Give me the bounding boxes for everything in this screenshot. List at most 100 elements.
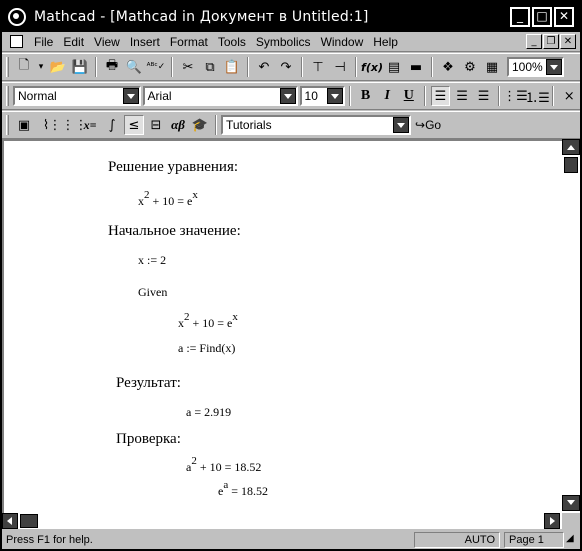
- chevron-down-icon[interactable]: [279, 88, 296, 104]
- doc-restore-button[interactable]: ❐: [543, 34, 559, 49]
- greek-button[interactable]: αβ: [168, 115, 188, 135]
- chevron-down-icon[interactable]: [393, 117, 409, 133]
- resize-grip-icon[interactable]: ◢: [566, 533, 580, 547]
- eq1-exp2: x: [192, 189, 198, 201]
- menu-view[interactable]: View: [89, 35, 125, 49]
- heading-result[interactable]: Результат:: [116, 375, 181, 392]
- align-center-icon[interactable]: ☰: [452, 86, 472, 106]
- zoom-select[interactable]: 100%: [507, 57, 564, 77]
- programming-icon[interactable]: ⊟: [146, 115, 166, 135]
- chevron-down-icon[interactable]: [546, 59, 562, 75]
- menu-file[interactable]: File: [29, 35, 58, 49]
- scroll-up-button[interactable]: [562, 139, 580, 155]
- eq2-exp: 2: [184, 311, 190, 323]
- menu-symbolics[interactable]: Symbolics: [251, 35, 316, 49]
- zoom-value: 100%: [512, 60, 543, 74]
- toolbar-grip[interactable]: [6, 86, 9, 106]
- redo-icon[interactable]: ↷: [276, 57, 296, 77]
- horizontal-scroll-thumb[interactable]: [20, 514, 38, 528]
- menu-help[interactable]: Help: [368, 35, 403, 49]
- equation-2[interactable]: x2 + 10 = ex: [178, 311, 238, 331]
- mathcad-app-icon[interactable]: [8, 8, 26, 26]
- doc-minimize-button[interactable]: _: [526, 34, 542, 49]
- style-select[interactable]: Normal: [12, 86, 141, 106]
- menu-tools[interactable]: Tools: [213, 35, 251, 49]
- title-bar[interactable]: Mathcad - [Mathcad in Документ в Untitle…: [2, 2, 580, 32]
- undo-icon[interactable]: ↶: [254, 57, 274, 77]
- calculator-icon[interactable]: ▣: [14, 115, 34, 135]
- calculate-icon[interactable]: ▬: [406, 57, 426, 77]
- go-button[interactable]: ↪ Go: [412, 115, 444, 135]
- toolbar-grip[interactable]: [6, 57, 9, 77]
- arrow-down-icon: [567, 500, 575, 505]
- symbolic-icon[interactable]: 🎓: [190, 115, 210, 135]
- tutorials-select[interactable]: Tutorials: [221, 115, 411, 135]
- font-select[interactable]: Arial: [142, 86, 298, 106]
- spell-check-icon[interactable]: ᴬᴮᶜ✓: [146, 57, 166, 77]
- menu-window[interactable]: Window: [316, 35, 369, 49]
- eq2-exp2: x: [232, 311, 238, 323]
- open-folder-icon[interactable]: 📂: [48, 57, 68, 77]
- evaluation-button[interactable]: x=: [80, 115, 100, 135]
- print-preview-icon[interactable]: 🔍: [124, 57, 144, 77]
- new-dropdown-icon[interactable]: ▾: [36, 57, 46, 77]
- insert-unit-icon[interactable]: ▤: [384, 57, 404, 77]
- align-right-icon[interactable]: ☰: [474, 86, 494, 106]
- resources-icon[interactable]: ❖: [438, 57, 458, 77]
- chevron-down-icon[interactable]: [122, 88, 139, 104]
- bold-button[interactable]: B: [356, 86, 376, 106]
- toolbar-grip[interactable]: [6, 115, 9, 135]
- scroll-right-button[interactable]: [544, 513, 560, 529]
- menu-format[interactable]: Format: [165, 35, 213, 49]
- minimize-button[interactable]: _: [510, 7, 530, 27]
- print-icon[interactable]: 🖶: [102, 57, 122, 77]
- new-file-icon[interactable]: 🗋: [14, 57, 34, 77]
- matrix-icon[interactable]: ⋮⋮⋮: [49, 115, 88, 135]
- maximize-button[interactable]: □: [532, 7, 552, 27]
- equation-1[interactable]: x2 + 10 = ex: [138, 189, 198, 209]
- mathcad-window: Mathcad - [Mathcad in Документ в Untitle…: [0, 0, 582, 551]
- heading-check[interactable]: Проверка:: [116, 431, 181, 448]
- table-icon[interactable]: ▦: [482, 57, 502, 77]
- result-a[interactable]: a = 2.919: [186, 405, 231, 420]
- doc-close-button[interactable]: ✕: [560, 34, 576, 49]
- align-left-icon[interactable]: ☰: [430, 86, 451, 106]
- font-size-select[interactable]: 10: [299, 86, 345, 106]
- window-title: Mathcad - [Mathcad in Документ в Untitle…: [34, 9, 369, 25]
- given-keyword[interactable]: Given: [138, 285, 167, 300]
- scroll-down-button[interactable]: [562, 495, 580, 511]
- close-button[interactable]: ✕: [554, 7, 574, 27]
- bullets-icon[interactable]: ⋮☰: [503, 86, 528, 106]
- heading-initial[interactable]: Начальное значение:: [108, 223, 241, 240]
- paste-icon[interactable]: 📋: [222, 57, 242, 77]
- status-bar: Press F1 for help. AUTO Page 1 ◢: [2, 531, 580, 549]
- scroll-left-button[interactable]: [2, 513, 18, 529]
- align-across-icon[interactable]: ⊤: [308, 57, 328, 77]
- find-assign[interactable]: a := Find(x): [178, 341, 235, 356]
- calculus-icon[interactable]: ∫: [102, 115, 122, 135]
- vertical-scroll-thumb[interactable]: [564, 157, 578, 173]
- components-icon[interactable]: ⚙: [460, 57, 480, 77]
- check-1[interactable]: a2 + 10 = 18.52: [186, 455, 261, 475]
- menu-edit[interactable]: Edit: [58, 35, 89, 49]
- cut-icon[interactable]: ✂: [178, 57, 198, 77]
- italic-button[interactable]: I: [377, 86, 397, 106]
- copy-icon[interactable]: ⧉: [200, 57, 220, 77]
- document-icon[interactable]: [10, 35, 23, 48]
- heading-solve[interactable]: Решение уравнения:: [108, 159, 238, 176]
- chevron-down-icon[interactable]: [326, 88, 343, 104]
- check-2[interactable]: ea = 18.52: [218, 479, 268, 499]
- boolean-icon[interactable]: ≤: [124, 115, 144, 135]
- status-mode: AUTO: [414, 532, 500, 548]
- underline-button[interactable]: U: [399, 86, 419, 106]
- vertical-scrollbar[interactable]: [562, 139, 580, 513]
- assign-x[interactable]: x := 2: [138, 253, 166, 268]
- align-down-icon[interactable]: ⊣: [330, 57, 350, 77]
- subscript-icon[interactable]: ×: [559, 86, 579, 106]
- insert-function-icon[interactable]: f(x): [361, 57, 383, 77]
- horizontal-scrollbar[interactable]: [2, 513, 562, 529]
- menu-insert[interactable]: Insert: [125, 35, 165, 49]
- worksheet[interactable]: Решение уравнения: x2 + 10 = ex Начально…: [2, 139, 562, 513]
- save-icon[interactable]: 💾: [70, 57, 90, 77]
- numbering-icon[interactable]: ⒈☰: [525, 86, 550, 106]
